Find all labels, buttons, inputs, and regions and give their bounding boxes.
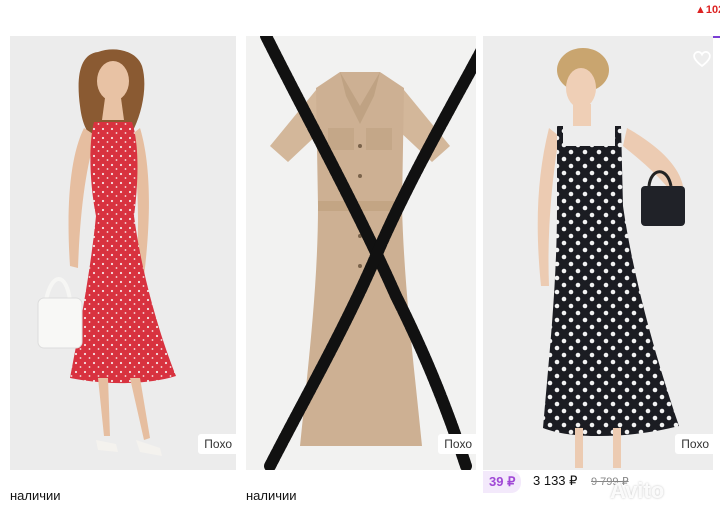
availability-label: наличии xyxy=(246,488,297,503)
availability-label: наличии xyxy=(10,488,61,503)
red-dress-photo xyxy=(37,49,176,456)
similar-tag[interactable]: Похо xyxy=(438,434,476,454)
similar-tag[interactable]: Похо xyxy=(675,434,713,454)
current-price: 3 133 ₽ xyxy=(533,473,578,488)
favorite-heart-icon[interactable] xyxy=(692,50,712,68)
price-change-badge: ▲102 xyxy=(695,4,720,16)
product-card-beige-dress[interactable]: Похо xyxy=(246,36,476,470)
product-card-red-dress[interactable]: Похо xyxy=(10,36,236,470)
price-row: 39 ₽ 3 133 ₽ 9 799 ₽ xyxy=(483,468,720,496)
avito-watermark: Avito xyxy=(610,478,665,503)
black-dress-photo xyxy=(537,48,685,468)
price-pill: 39 ₽ xyxy=(483,471,522,493)
similar-tag[interactable]: Похо xyxy=(198,434,236,454)
beige-dress-photo xyxy=(260,36,476,470)
product-card-black-dress[interactable]: Похо xyxy=(483,36,713,470)
